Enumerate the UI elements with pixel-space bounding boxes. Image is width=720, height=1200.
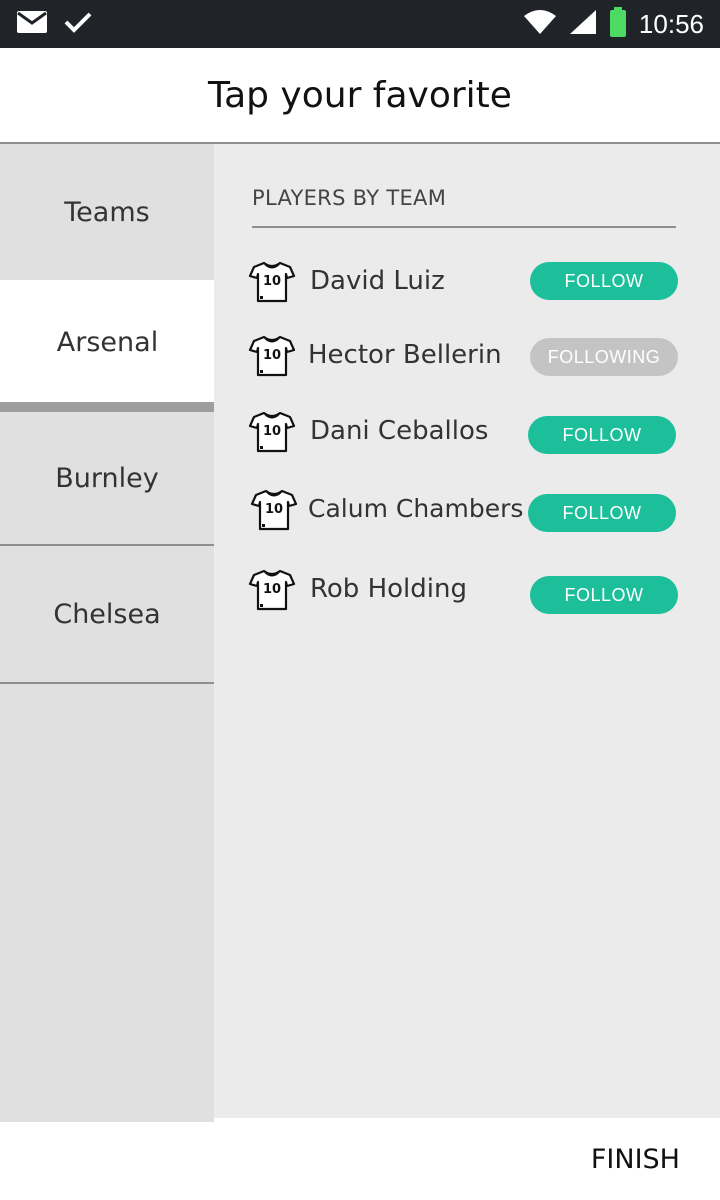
svg-text:10: 10 bbox=[263, 274, 281, 289]
player-row: 10 David Luiz FOLLOW bbox=[248, 260, 688, 308]
player-name: Hector Bellerin bbox=[308, 340, 502, 370]
status-bar-left bbox=[16, 10, 92, 38]
sidebar-item-label: Arsenal bbox=[56, 326, 159, 358]
check-icon bbox=[64, 10, 92, 38]
svg-text:10: 10 bbox=[265, 502, 283, 517]
sidebar-item-burnley[interactable]: Burnley bbox=[0, 412, 214, 546]
section-divider bbox=[252, 226, 676, 228]
jersey-10-icon: 10 bbox=[248, 568, 296, 612]
sidebar-item-chelsea[interactable]: Chelsea bbox=[0, 546, 214, 684]
status-time: 10:56 bbox=[638, 8, 704, 39]
selected-indicator bbox=[0, 402, 214, 412]
following-button[interactable]: FOLLOWING bbox=[530, 338, 678, 376]
sidebar-item-arsenal[interactable]: Arsenal bbox=[0, 280, 215, 404]
sidebar: Teams Arsenal Burnley Chelsea bbox=[0, 144, 215, 1122]
follow-button[interactable]: FOLLOW bbox=[528, 494, 676, 532]
footer: FINISH bbox=[0, 1122, 720, 1200]
sidebar-item-label: Teams bbox=[64, 196, 150, 228]
jersey-10-icon: 10 bbox=[248, 334, 296, 378]
sidebar-item-label: Burnley bbox=[55, 462, 159, 494]
follow-button[interactable]: FOLLOW bbox=[530, 262, 678, 300]
svg-text:10: 10 bbox=[263, 424, 281, 439]
jersey-10-icon: 10 bbox=[248, 260, 296, 304]
mail-icon bbox=[16, 10, 48, 38]
player-row: 10 Rob Holding FOLLOW bbox=[248, 568, 688, 616]
sidebar-item-teams[interactable]: Teams bbox=[0, 144, 214, 280]
status-bar-right: 10:56 bbox=[523, 6, 704, 42]
wifi-icon bbox=[523, 9, 557, 39]
player-name: Calum Chambers bbox=[308, 494, 524, 523]
follow-button[interactable]: FOLLOW bbox=[530, 576, 678, 614]
svg-text:10: 10 bbox=[263, 348, 281, 363]
player-row: 10 Dani Ceballos FOLLOW bbox=[248, 410, 688, 458]
section-title: PLAYERS BY TEAM bbox=[252, 186, 447, 210]
signal-icon bbox=[569, 9, 597, 39]
status-bar: 10:56 bbox=[0, 0, 720, 48]
player-name: Dani Ceballos bbox=[310, 416, 489, 446]
finish-button[interactable]: FINISH bbox=[591, 1144, 680, 1175]
follow-button[interactable]: FOLLOW bbox=[528, 416, 676, 454]
jersey-10-icon: 10 bbox=[250, 488, 298, 532]
page-title: Tap your favorite bbox=[208, 74, 512, 116]
battery-icon bbox=[609, 7, 627, 41]
svg-text:10: 10 bbox=[263, 582, 281, 597]
player-row: 10 Hector Bellerin FOLLOWING bbox=[248, 334, 688, 382]
player-name: David Luiz bbox=[310, 266, 445, 296]
sidebar-item-label: Chelsea bbox=[53, 598, 161, 630]
jersey-10-icon: 10 bbox=[248, 410, 296, 454]
header: Tap your favorite bbox=[0, 48, 720, 144]
player-row: 10 Calum Chambers FOLLOW bbox=[248, 488, 688, 536]
players-panel: PLAYERS BY TEAM 10 David Luiz FOLLOW 10 … bbox=[214, 144, 720, 1118]
player-name: Rob Holding bbox=[310, 574, 467, 604]
